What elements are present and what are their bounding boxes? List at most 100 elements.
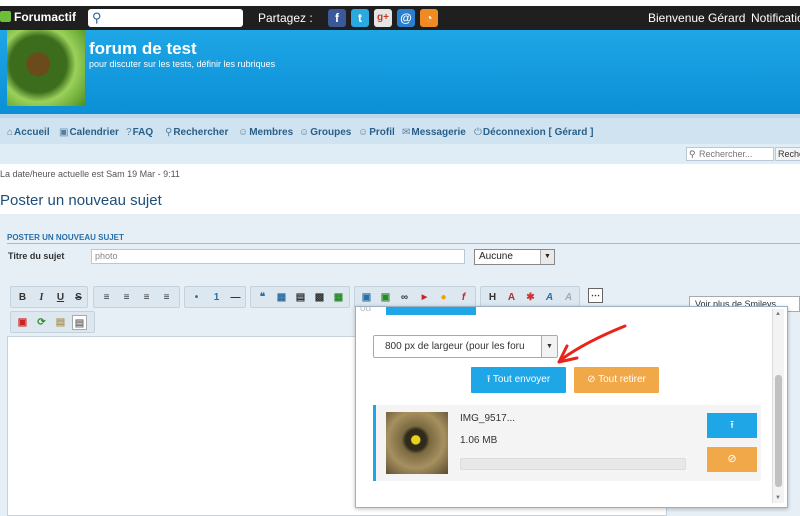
toolbar-search-input[interactable]: ⚲ xyxy=(88,9,243,27)
search-icon: ⚲ xyxy=(92,10,102,25)
upload-image-icon[interactable]: ▣ xyxy=(378,290,393,305)
nav-item-groupes[interactable]: ☺Groupes xyxy=(299,127,351,138)
popup-scrollbar[interactable]: ▲ ▼ xyxy=(772,309,784,503)
table-icon[interactable]: ▦ xyxy=(331,290,346,305)
spoiler-icon[interactable]: ▤ xyxy=(293,290,308,305)
nav-item-profil[interactable]: ☺Profil xyxy=(358,127,395,138)
italic-icon[interactable]: I xyxy=(34,290,49,305)
hide-icon[interactable]: ▩ xyxy=(312,290,327,305)
font-size-icon[interactable]: A xyxy=(504,290,519,305)
color-picker-icon[interactable]: ✱ xyxy=(523,290,538,305)
upload-file-item: IMG_9517... 1.06 MB ⭱ ⊘ xyxy=(373,405,761,481)
underline-icon[interactable]: U xyxy=(53,290,68,305)
forum-title[interactable]: forum de test xyxy=(89,39,197,59)
font-group: H A ✱ A A xyxy=(480,286,580,308)
nav-item-deconnexion[interactable]: ⏻Déconnexion [ Gérard ] xyxy=(474,127,594,138)
media-group: ▣ ▣ ∞ ▶ ● f xyxy=(354,286,476,308)
subject-input[interactable]: photo xyxy=(91,249,465,264)
numbered-list-icon[interactable]: 1 xyxy=(209,290,224,305)
alignment-group: ≡ ≡ ≡ ≡ xyxy=(93,286,180,308)
bold-icon[interactable]: B xyxy=(15,290,30,305)
select-value: Aucune xyxy=(479,251,513,262)
resize-value: 800 px de largeur (pour les foru xyxy=(385,341,525,352)
search-icon: ⚲ xyxy=(689,149,696,159)
email-icon[interactable]: @ xyxy=(397,9,415,27)
popup-tab-button[interactable] xyxy=(386,307,476,315)
mail-icon: ✉ xyxy=(402,127,411,138)
power-icon: ⏻ xyxy=(474,127,482,138)
heading-icon[interactable]: H xyxy=(485,290,500,305)
insert-group: ❝ ▦ ▤ ▩ ▦ xyxy=(250,286,350,308)
bullet-list-icon[interactable]: • xyxy=(189,290,204,305)
subject-label: Titre du sujet xyxy=(8,251,65,261)
section-header: POSTER UN NOUVEAU SUJET xyxy=(7,233,124,242)
quote-icon[interactable]: ❝ xyxy=(255,290,270,305)
link-icon[interactable]: ∞ xyxy=(397,290,412,305)
editor-toolbar-row2: ▣ ⟳ ▤ ▤ xyxy=(10,311,95,333)
dailymotion-icon[interactable]: ● xyxy=(436,290,451,305)
sub-navigation: ⚲Rechercher... Reche xyxy=(0,144,800,164)
scroll-down-icon[interactable]: ▼ xyxy=(775,495,781,501)
forum-logo-image[interactable] xyxy=(7,30,85,106)
scroll-up-icon[interactable]: ▲ xyxy=(775,311,781,317)
search-placeholder: Rechercher... xyxy=(699,149,753,159)
forumactif-toolbar: Forumactif ⚲ Partagez : f t g+ @ ◔ Bienv… xyxy=(0,6,800,30)
date-icon[interactable]: ▣ xyxy=(15,315,30,330)
nav-item-faq[interactable]: ?FAQ xyxy=(126,127,153,138)
forum-header: forum de test pour discuter sur les test… xyxy=(0,30,800,114)
topic-icon-select[interactable]: Aucune ▼ xyxy=(474,249,555,265)
forum-search-button[interactable]: Reche xyxy=(775,147,800,161)
scrollbar-thumb[interactable] xyxy=(775,375,782,487)
remove-format-icon[interactable]: A xyxy=(561,290,576,305)
welcome-user-link[interactable]: Bienvenue Gérard xyxy=(648,11,745,25)
align-left-icon[interactable]: ≡ xyxy=(99,290,114,305)
flash-icon[interactable]: f xyxy=(456,290,471,305)
horizontal-rule-icon[interactable]: — xyxy=(228,290,243,305)
nav-item-rechercher[interactable]: ⚲Rechercher xyxy=(165,127,228,138)
twitter-icon[interactable]: t xyxy=(351,9,369,27)
paste-icon[interactable]: ▤ xyxy=(53,315,68,330)
youtube-icon[interactable]: ▶ xyxy=(417,290,432,305)
google-plus-icon[interactable]: g+ xyxy=(374,9,392,27)
align-right-icon[interactable]: ≡ xyxy=(139,290,154,305)
file-thumbnail xyxy=(386,412,448,474)
list-group: • 1 — xyxy=(184,286,246,308)
page-title: Poster un nouveau sujet xyxy=(0,192,162,209)
justify-icon[interactable]: ≡ xyxy=(159,290,174,305)
group-icon: ☺ xyxy=(299,127,310,138)
refresh-icon[interactable]: ⟳ xyxy=(34,315,49,330)
section-divider xyxy=(7,243,800,244)
current-date: La date/heure actuelle est Sam 19 Mar - … xyxy=(0,169,180,179)
align-center-icon[interactable]: ≡ xyxy=(119,290,134,305)
facebook-icon[interactable]: f xyxy=(328,9,346,27)
cancel-icon: ⊘ xyxy=(727,453,737,465)
rss-icon[interactable]: ◔ xyxy=(420,9,438,27)
forum-subtitle: pour discuter sur les tests, définir les… xyxy=(89,59,276,69)
remove-all-button[interactable]: ⊘ Tout retirer xyxy=(574,367,659,393)
nav-item-messagerie[interactable]: ✉Messagerie xyxy=(402,127,466,138)
forumactif-logo-icon xyxy=(0,11,11,22)
upload-progress-bar xyxy=(460,458,686,470)
image-icon[interactable]: ▣ xyxy=(359,290,374,305)
brand-label: Forumactif xyxy=(14,10,77,24)
file-name: IMG_9517... xyxy=(460,413,516,424)
nav-item-membres[interactable]: ☺Membres xyxy=(238,127,293,138)
send-all-button[interactable]: ⭱ Tout envoyer xyxy=(471,367,566,393)
text-format-group: B I U S xyxy=(10,286,88,308)
source-mode-icon[interactable]: ▤ xyxy=(72,315,87,330)
nav-item-calendrier[interactable]: ▣Calendrier xyxy=(59,127,119,138)
code-icon[interactable]: ▦ xyxy=(274,290,289,305)
help-icon: ? xyxy=(126,127,132,138)
upload-file-button[interactable]: ⭱ xyxy=(707,413,757,438)
forum-search-input[interactable]: ⚲ Rechercher... xyxy=(686,147,774,161)
nav-item-accueil[interactable]: ⌂Accueil xyxy=(7,127,50,138)
popup-tab-partial: ou xyxy=(360,306,372,314)
forumactif-logo[interactable]: Forumactif xyxy=(0,10,76,24)
font-family-icon[interactable]: A xyxy=(542,290,557,305)
notifications-link[interactable]: Notification xyxy=(751,11,800,25)
strikethrough-icon[interactable]: S xyxy=(71,290,86,305)
cancel-file-button[interactable]: ⊘ xyxy=(707,447,757,472)
more-options-icon[interactable]: ⋯ xyxy=(588,288,603,303)
nav-label: Profil xyxy=(369,127,395,138)
resize-select[interactable]: 800 px de largeur (pour les foru ▼ xyxy=(373,335,558,358)
